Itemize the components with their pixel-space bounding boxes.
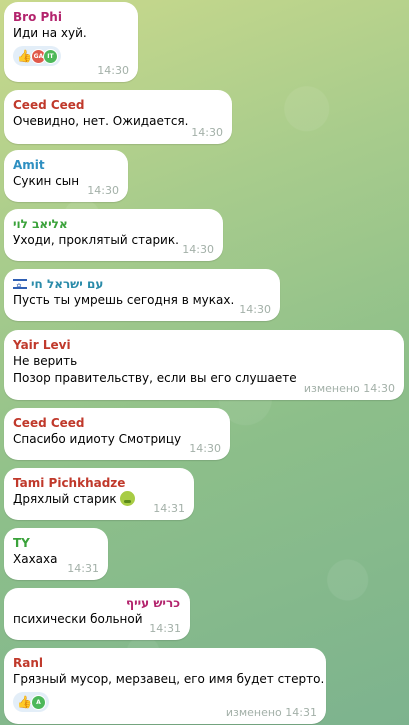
message-time: 14:30 [87, 184, 119, 197]
message-bubble[interactable]: אליאב לוי Уходи, проклятый старик. 14:30 [4, 209, 223, 261]
message-time: 14:30 [363, 382, 395, 395]
sender-name[interactable]: Ranl [13, 655, 316, 671]
sender-row[interactable]: עם ישראל חי [13, 276, 270, 294]
avatar: A [30, 694, 46, 710]
sender-name[interactable]: עם ישראל חי [31, 276, 103, 292]
message-text: Иди на хуй. [13, 26, 87, 40]
chat-message-list[interactable]: Bro Phi Иди на хуй. 👍 GA IT 14:30 Ceed C… [0, 0, 409, 725]
message-text: Грязный мусор, мерзавец, его имя будет с… [13, 672, 325, 686]
message-time: 14:31 [285, 706, 317, 719]
edited-label: изменено [303, 382, 360, 395]
thumbs-up-icon: 👍 [17, 695, 32, 709]
sender-name[interactable]: Yair Levi [13, 337, 394, 353]
reactions-row: 👍 GA IT [13, 46, 128, 66]
sender-name[interactable]: Bro Phi [13, 9, 128, 25]
message-time: 14:30 [239, 303, 271, 316]
message-bubble[interactable]: Ceed Ceed Очевидно, нет. Ожидается. 14:3… [4, 90, 232, 144]
message-bubble[interactable]: Tami Pichkhadze Дряхлый старик 14:31 [4, 468, 194, 520]
israel-flag-icon [13, 278, 27, 294]
thumbs-up-icon: 👍 [17, 49, 32, 63]
message-bubble[interactable]: Ceed Ceed Спасибо идиоту Смотрицу 14:30 [4, 408, 230, 460]
message-bubble[interactable]: Ranl Грязный мусор, мерзавец, его имя бу… [4, 648, 326, 724]
message-meta: изменено 14:30 [304, 382, 395, 395]
message-time: 14:30 [97, 64, 129, 77]
message-text: Дряхлый старик [13, 492, 117, 506]
message-meta: изменено 14:31 [226, 706, 317, 719]
message-time: 14:31 [153, 502, 185, 515]
message-time: 14:31 [149, 622, 181, 635]
message-bubble[interactable]: כריש עייף психически больной 14:31 [4, 588, 190, 640]
sender-name[interactable]: Ceed Ceed [13, 97, 222, 113]
message-time: 14:30 [189, 442, 221, 455]
message-bubble[interactable]: Bro Phi Иди на хуй. 👍 GA IT 14:30 [4, 2, 138, 82]
message-time: 14:31 [67, 562, 99, 575]
message-time: 14:30 [191, 126, 223, 139]
message-bubble[interactable]: TY Хахаха 14:31 [4, 528, 108, 580]
avatar: IT [42, 48, 58, 64]
sender-name[interactable]: Amit [13, 157, 118, 173]
reaction-pill[interactable]: 👍 A [13, 692, 49, 712]
sick-face-icon [119, 491, 135, 506]
message-text: Не верить [13, 354, 78, 368]
reaction-pill[interactable]: 👍 GA IT [13, 46, 61, 66]
message-bubble[interactable]: Yair Levi Не верить Позор правительству,… [4, 330, 404, 400]
sender-name[interactable]: אליאב לוי [13, 216, 213, 232]
sender-name[interactable]: Ceed Ceed [13, 415, 220, 431]
sender-name[interactable]: כריש עייף [13, 595, 180, 611]
message-bubble[interactable]: עם ישראל חי Пусть ты умрешь сегодня в му… [4, 269, 280, 321]
edited-label: изменено [225, 706, 282, 719]
message-text: Пусть ты умрешь сегодня в муках. [13, 293, 235, 307]
sender-name[interactable]: Tami Pichkhadze [13, 475, 184, 491]
message-time: 14:30 [182, 243, 214, 256]
sender-name[interactable]: TY [13, 535, 98, 551]
message-bubble[interactable]: Amit Сукин сын 14:30 [4, 150, 128, 202]
